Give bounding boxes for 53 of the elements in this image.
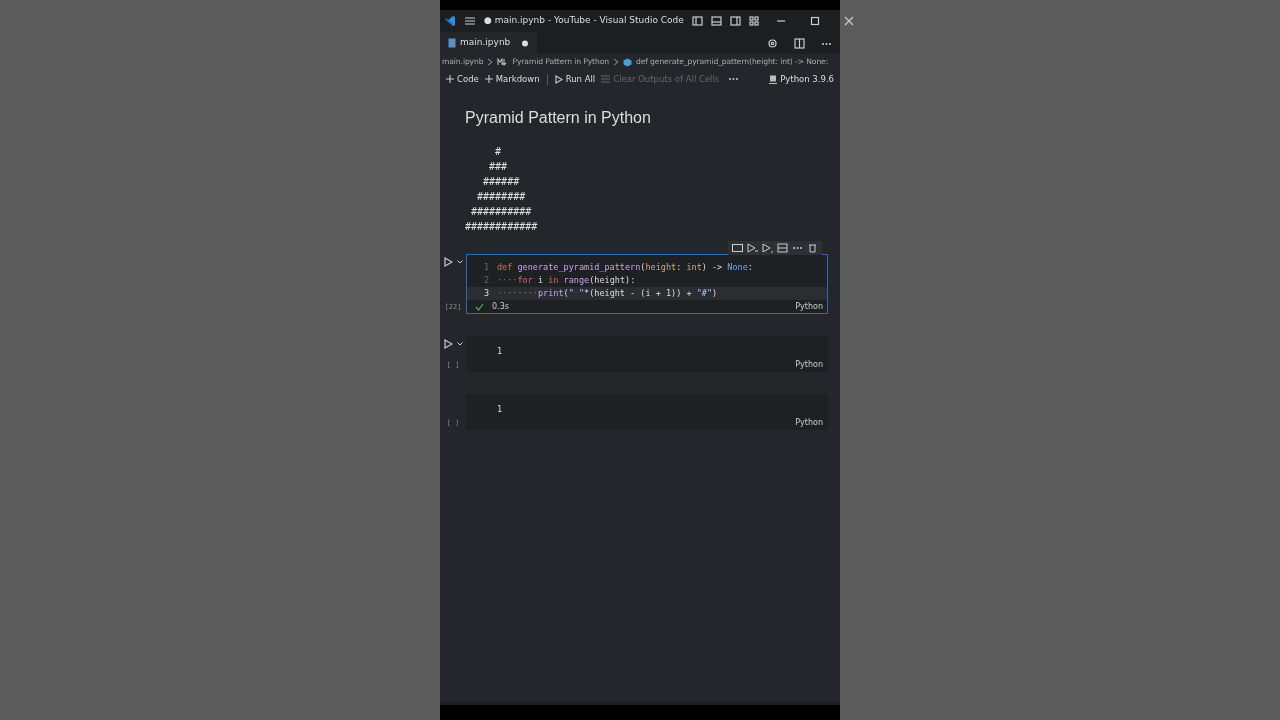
- add-markdown-button[interactable]: Markdown: [481, 72, 543, 86]
- chevron-down-icon[interactable]: [456, 342, 463, 346]
- editor-tab[interactable]: main.ipynb: [440, 32, 538, 54]
- run-cell-icon[interactable]: [443, 257, 453, 267]
- code-cell[interactable]: 1 Python: [466, 336, 828, 372]
- clear-lines-icon: [601, 75, 611, 83]
- code-line: def generate_pyramid_pattern(height: int) -> None:: [497, 261, 753, 274]
- markdown-toggle-icon[interactable]: [732, 243, 743, 253]
- split-editor-icon[interactable]: [794, 37, 805, 49]
- secondary-sidebar-icon[interactable]: [729, 16, 741, 26]
- line-number: 3: [482, 287, 490, 300]
- maximize-icon[interactable]: [809, 16, 820, 26]
- line-number: 2: [482, 274, 490, 287]
- chevron-icon: [487, 58, 494, 66]
- file-icon: [448, 38, 456, 48]
- run-below-icon[interactable]: [762, 243, 773, 253]
- window-title: ● main.ipynb - YouTube - Visual Studio Code: [484, 14, 684, 28]
- code-line: 1: [497, 345, 503, 358]
- run-all-button[interactable]: Run All: [551, 72, 599, 86]
- kernel-picker[interactable]: Python 3.9.6: [766, 72, 837, 86]
- notebook-heading: Pyramid Pattern in Python: [465, 108, 652, 128]
- markdown-icon: [497, 58, 509, 66]
- plus-icon: [446, 75, 454, 83]
- close-icon[interactable]: [843, 16, 854, 26]
- cube-icon: [622, 57, 632, 67]
- more-icon[interactable]: [728, 75, 740, 83]
- code-line: ········print(" "*(height - (i + 1)) + "#"): [497, 287, 718, 300]
- play-icon: [554, 74, 563, 84]
- settings-icon[interactable]: [767, 37, 778, 49]
- run-above-icon[interactable]: [747, 243, 758, 253]
- sidebar-layout-icon[interactable]: [691, 16, 703, 26]
- chevron-icon: [612, 58, 619, 66]
- menu-icon[interactable]: [464, 16, 476, 26]
- run-cell-icon[interactable]: [443, 339, 453, 349]
- panel-layout-icon[interactable]: [710, 16, 722, 26]
- line-number: 1: [482, 261, 490, 274]
- language-label[interactable]: Python: [795, 300, 823, 313]
- delete-icon[interactable]: [807, 243, 818, 253]
- code-line: 1: [497, 403, 503, 416]
- code-cell[interactable]: 1 def generate_pyramid_pattern(height: int) -> None: 2 ····for i in range(height): 3 ········print(" "*(height - (i + 1)) + "#") 0.3s Python: [466, 254, 828, 314]
- add-code-button[interactable]: Code: [443, 72, 482, 86]
- language-label[interactable]: Python: [795, 358, 823, 371]
- hash-pyramid-text: # ### ###### ######## ########## ############: [465, 145, 539, 234]
- code-cell[interactable]: 1 Python: [466, 394, 828, 430]
- server-icon: [769, 74, 778, 84]
- chevron-down-icon[interactable]: [456, 260, 463, 264]
- app-logo-icon[interactable]: [444, 15, 456, 27]
- layout-grid-icon[interactable]: [748, 16, 760, 26]
- code-line: ····for i in range(height):: [497, 274, 636, 287]
- language-label[interactable]: Python: [795, 416, 823, 429]
- split-cell-icon[interactable]: [777, 243, 788, 253]
- execution-time: 0.3s: [492, 300, 509, 313]
- plus-icon: [484, 75, 493, 83]
